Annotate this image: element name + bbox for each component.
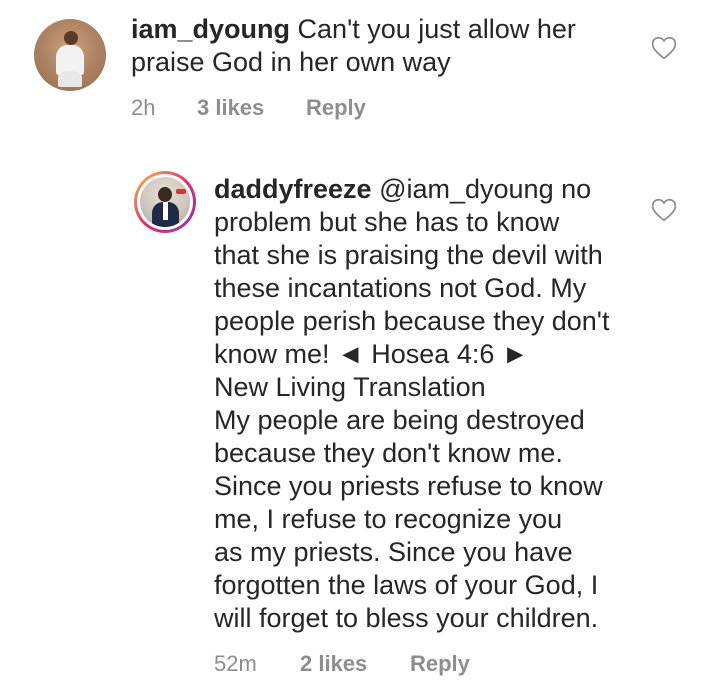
comment-body-line: no [561,174,592,204]
comment-text: daddyfreeze @iam_dyoung no [214,173,591,206]
comment-body-line: know me! ◄ Hosea 4:6 ► [214,339,529,369]
comment-username[interactable]: iam_dyoung [131,14,290,44]
comment-username[interactable]: daddyfreeze [214,174,372,204]
comment-body-line: My people are being destroyed [214,405,585,435]
comment-text: iam_dyoung Can't you just allow her [131,13,576,46]
likes-count-button[interactable]: 2 likes [300,651,367,677]
comment-body-line: will forget to bless your children. [214,603,599,633]
mention-link[interactable]: @iam_dyoung [379,174,554,204]
comment-body-line: people perish because they don't [214,306,610,336]
reply-button[interactable]: Reply [306,95,366,121]
likes-count-button[interactable]: 3 likes [197,95,264,121]
comment-body-line: me, I refuse to recognize you [214,504,563,534]
heart-outline-icon[interactable] [651,36,677,60]
comment-body-line: as my priests. Since you have [214,537,573,567]
comment-body-line: forgotten the laws of your God, I [214,570,599,600]
comment-body-line: Since you priests refuse to know [214,471,603,501]
comment-body-line: problem but she has to know [214,207,560,237]
comment-timestamp: 2h [131,95,156,120]
comment-body-line: because they don't know me. [214,438,563,468]
reply-button[interactable]: Reply [410,651,470,677]
heart-outline-icon[interactable] [651,198,677,222]
comment-body-line: Can't you just allow her [297,14,576,44]
comment-body-line: these incantations not God. My [214,273,587,303]
user-avatar-story-ring[interactable] [134,171,196,233]
comment-body-line: that she is praising the devil with [214,240,603,270]
comment-body-line: New Living Translation [214,372,486,402]
comment-body-line: praise God in her own way [131,47,451,77]
user-avatar[interactable] [34,19,106,91]
comment-timestamp: 52m [214,651,257,676]
